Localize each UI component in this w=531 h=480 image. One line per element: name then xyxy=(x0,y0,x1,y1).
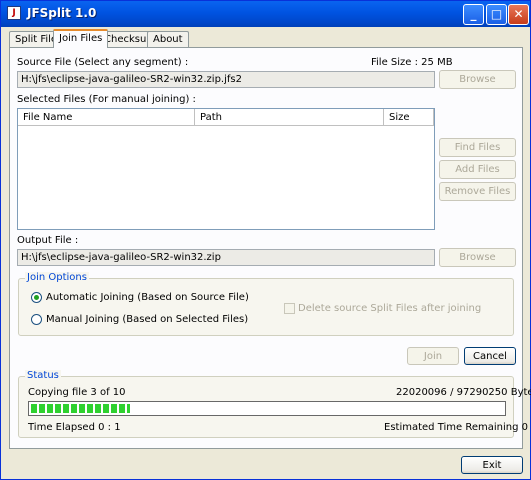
minimize-button[interactable]: _ xyxy=(463,4,484,25)
find-files-button[interactable]: Find Files xyxy=(439,138,516,157)
join-options-title: Join Options xyxy=(25,272,89,283)
exit-button[interactable]: Exit xyxy=(461,456,523,474)
title-bar[interactable]: J JFSplit 1.0 _ □ ✕ xyxy=(1,1,530,27)
cancel-button[interactable]: Cancel xyxy=(464,347,516,365)
source-file-label: Source File (Select any segment) : xyxy=(17,57,189,68)
time-elapsed-text: Time Elapsed 0 : 1 xyxy=(28,422,121,433)
column-header-size[interactable]: Size xyxy=(384,109,434,126)
time-remaining-text: Estimated Time Remaining 0 : 5 xyxy=(384,422,531,433)
tab-join-files[interactable]: Join Files xyxy=(53,29,109,48)
delete-split-files-checkbox[interactable] xyxy=(284,303,295,314)
column-header-file-name[interactable]: File Name xyxy=(18,109,195,126)
automatic-joining-radio[interactable] xyxy=(31,292,42,303)
automatic-joining-label[interactable]: Automatic Joining (Based on Source File) xyxy=(46,292,249,303)
status-title: Status xyxy=(25,370,61,381)
maximize-button[interactable]: □ xyxy=(486,4,507,25)
output-file-label: Output File : xyxy=(17,235,79,246)
selected-files-table[interactable]: File Name Path Size xyxy=(17,108,435,230)
manual-joining-radio[interactable] xyxy=(31,314,42,325)
delete-split-files-label[interactable]: Delete source Split Files after joining xyxy=(298,303,481,314)
radio-selected-dot xyxy=(34,295,39,300)
copy-progress-bar xyxy=(28,401,506,416)
jfsplit-app-icon: J xyxy=(7,6,21,20)
progress-fill xyxy=(31,404,131,413)
column-header-path[interactable]: Path xyxy=(195,109,384,126)
status-message: Copying file 3 of 10 xyxy=(28,387,126,398)
add-files-button[interactable]: Add Files xyxy=(439,160,516,179)
app-window: J JFSplit 1.0 _ □ ✕ Split Files Join Fil… xyxy=(0,0,531,480)
close-button[interactable]: ✕ xyxy=(508,4,529,25)
manual-joining-label[interactable]: Manual Joining (Based on Selected Files) xyxy=(46,314,248,325)
remove-files-button[interactable]: Remove Files xyxy=(439,182,516,201)
join-button[interactable]: Join xyxy=(407,347,459,365)
source-file-field[interactable]: H:\jfs\eclipse-java-galileo-SR2-win32.zi… xyxy=(17,71,435,88)
output-file-field[interactable]: H:\jfs\eclipse-java-galileo-SR2-win32.zi… xyxy=(17,249,435,266)
tab-about[interactable]: About xyxy=(147,31,189,48)
window-title: JFSplit 1.0 xyxy=(27,6,97,20)
output-browse-button[interactable]: Browse xyxy=(439,248,516,267)
selected-files-label: Selected Files (For manual joining) : xyxy=(17,94,196,105)
file-size-label: File Size : 25 MB xyxy=(371,57,453,68)
bytes-progress-text: 22020096 / 97290250 Bytes xyxy=(396,387,531,398)
source-browse-button[interactable]: Browse xyxy=(439,70,516,89)
